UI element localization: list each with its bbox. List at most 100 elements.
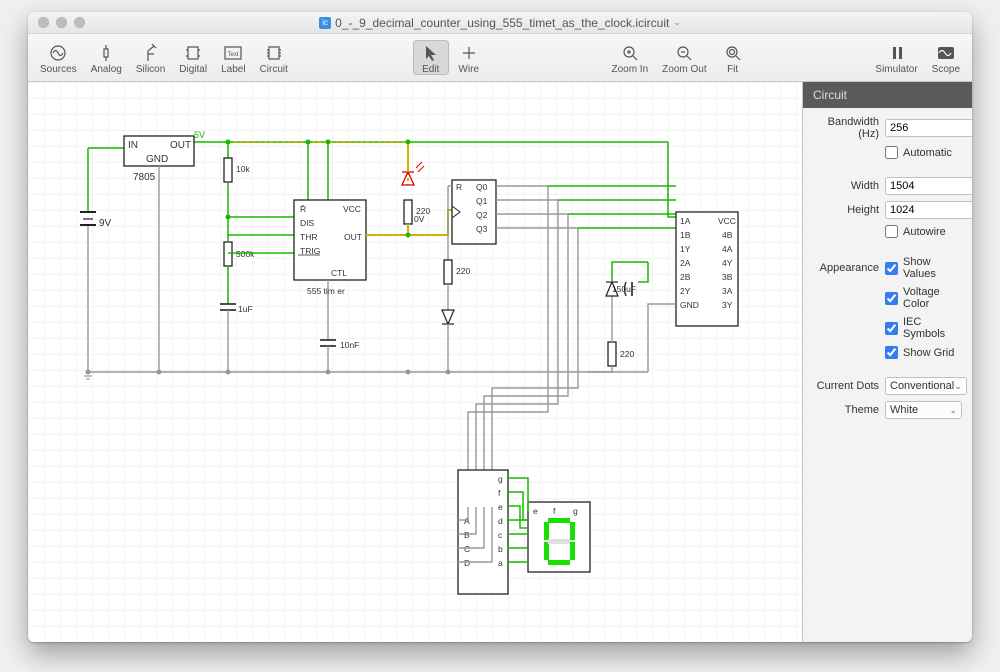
bandwidth-input[interactable] <box>885 119 972 137</box>
document-title: 0_-_9_decimal_counter_using_555_timet_as… <box>335 16 669 30</box>
circuit-button[interactable]: Circuit <box>254 40 294 75</box>
svg-text:d: d <box>498 516 503 526</box>
automatic-checkbox[interactable] <box>885 146 898 159</box>
svg-text:220: 220 <box>456 266 470 276</box>
svg-text:555 tim er: 555 tim er <box>307 286 345 296</box>
svg-text:TRIG: TRIG <box>300 246 320 256</box>
svg-text:GND: GND <box>680 300 699 310</box>
current-dots-label: Current Dots <box>813 380 879 392</box>
chevron-down-icon[interactable]: ⌄ <box>673 17 681 28</box>
sources-icon <box>47 42 69 64</box>
svg-text:IN: IN <box>128 140 138 151</box>
circuit-canvas[interactable]: 9V IN OUT GND 7805 <box>28 82 802 642</box>
width-input[interactable] <box>885 177 972 195</box>
sidebar-header: Circuit <box>803 82 972 108</box>
svg-text:Text: Text <box>228 52 239 58</box>
resistor-500k[interactable]: 500k <box>224 242 255 266</box>
iec-symbols-checkbox[interactable] <box>885 322 898 335</box>
resistor-220c[interactable]: 220 <box>608 342 634 366</box>
pause-icon <box>886 42 908 64</box>
appearance-label: Appearance <box>813 262 879 274</box>
svg-text:R̄: R̄ <box>300 204 306 214</box>
svg-text:3Y: 3Y <box>722 300 733 310</box>
ic-555-timer[interactable]: R̄ VCC DIS THR TRIG OUT CTL 555 tim er <box>294 200 366 296</box>
svg-text:DIS: DIS <box>300 218 315 228</box>
svg-text:VCC: VCC <box>343 204 361 214</box>
svg-text:OUT: OUT <box>344 232 362 242</box>
capacitor-10nF[interactable]: 10nF <box>320 340 359 350</box>
theme-select[interactable]: White <box>885 401 962 419</box>
svg-text:2B: 2B <box>680 272 691 282</box>
zoom-in-button[interactable]: Zoom In <box>605 40 654 75</box>
svg-text:5V: 5V <box>194 130 205 140</box>
ground-symbol <box>84 376 92 379</box>
theme-label: Theme <box>813 404 879 416</box>
svg-text:9V: 9V <box>99 218 112 229</box>
svg-text:g: g <box>498 474 503 484</box>
current-dots-select[interactable]: Conventional <box>885 377 967 395</box>
automatic-label: Automatic <box>903 147 952 159</box>
autowire-label: Autowire <box>903 226 946 238</box>
digital-button[interactable]: Digital <box>173 40 213 75</box>
label-icon: Text <box>222 42 244 64</box>
simulator-button[interactable]: Simulator <box>869 40 923 75</box>
height-input[interactable] <box>885 201 972 219</box>
toolbar: Sources Analog Silicon Digital Text Labe… <box>28 34 972 82</box>
ic-counter[interactable]: R Q0 Q1 Q2 Q3 <box>452 180 496 244</box>
zoom-in-icon <box>619 42 641 64</box>
resistor-10k[interactable]: 10k <box>224 158 250 182</box>
svg-text:1A: 1A <box>680 216 691 226</box>
wire-button[interactable]: Wire <box>451 40 487 75</box>
svg-text:R: R <box>456 182 462 192</box>
document-icon: ic <box>319 17 331 29</box>
label-button[interactable]: Text Label <box>215 40 251 75</box>
svg-text:3A: 3A <box>722 286 733 296</box>
seven-segment-display[interactable]: e f g <box>528 502 590 572</box>
voltage-color-checkbox[interactable] <box>885 292 898 305</box>
svg-text:10k: 10k <box>236 164 250 174</box>
svg-text:Q3: Q3 <box>476 224 488 234</box>
led[interactable] <box>402 162 424 185</box>
svg-text:a: a <box>498 558 503 568</box>
silicon-icon <box>140 42 162 64</box>
svg-text:e: e <box>533 506 538 516</box>
svg-text:1Y: 1Y <box>680 244 691 254</box>
zoom-out-button[interactable]: Zoom Out <box>656 40 712 75</box>
edit-button[interactable]: Edit <box>413 40 449 75</box>
svg-text:B: B <box>464 530 470 540</box>
circuit-icon <box>263 42 285 64</box>
svg-text:500k: 500k <box>236 249 255 259</box>
silicon-button[interactable]: Silicon <box>130 40 171 75</box>
analog-button[interactable]: Analog <box>85 40 128 75</box>
svg-text:2Y: 2Y <box>680 286 691 296</box>
ic-logic-mux[interactable]: 1A VCC 1B 4B 1Y 4A 2A 4Y 2B 3B 2Y 3A GND… <box>676 212 738 326</box>
diode-1[interactable] <box>442 310 454 324</box>
svg-text:4A: 4A <box>722 244 733 254</box>
fit-button[interactable]: Fit <box>715 40 751 75</box>
iec-symbols-label: IEC Symbols <box>903 316 962 340</box>
svg-text:4B: 4B <box>722 230 733 240</box>
battery-9v[interactable] <box>80 212 96 225</box>
svg-text:1uF: 1uF <box>238 304 253 314</box>
show-grid-label: Show Grid <box>903 347 954 359</box>
bandwidth-label: Bandwidth (Hz) <box>813 116 879 140</box>
scope-button[interactable]: Scope <box>926 40 966 75</box>
show-values-checkbox[interactable] <box>885 262 898 275</box>
width-label: Width <box>813 180 879 192</box>
capacitor-1uF[interactable]: 1uF <box>220 304 253 314</box>
svg-text:g: g <box>573 506 578 516</box>
ic-bcd-decoder[interactable]: g f e d A c B b C a D <box>458 470 508 594</box>
svg-text:A: A <box>464 516 470 526</box>
svg-text:3B: 3B <box>722 272 733 282</box>
svg-text:Q0: Q0 <box>476 182 488 192</box>
wire-icon <box>458 42 480 64</box>
sources-button[interactable]: Sources <box>34 40 83 75</box>
svg-text:Q1: Q1 <box>476 196 488 206</box>
svg-text:D: D <box>464 558 470 568</box>
show-grid-checkbox[interactable] <box>885 346 898 359</box>
svg-text:10nF: 10nF <box>340 340 359 350</box>
resistor-220b[interactable]: 220 <box>444 260 470 284</box>
svg-text:220: 220 <box>620 349 634 359</box>
autowire-checkbox[interactable] <box>885 225 898 238</box>
pointer-icon <box>420 42 442 64</box>
